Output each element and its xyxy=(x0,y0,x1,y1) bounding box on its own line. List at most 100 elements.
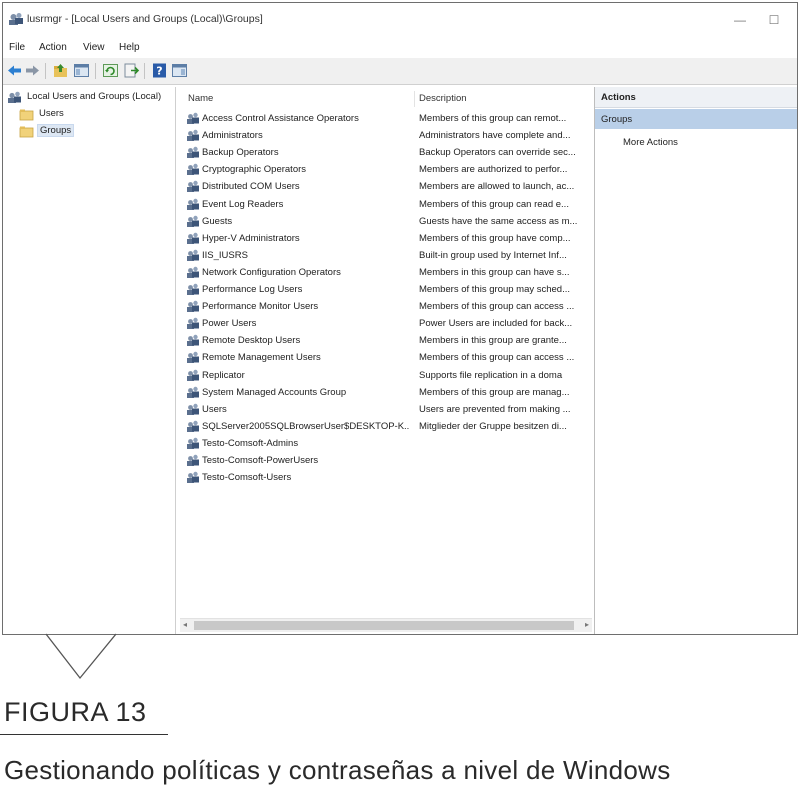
group-name: Backup Operators xyxy=(202,147,279,159)
group-name: Cryptographic Operators xyxy=(202,164,307,176)
users-group-icon xyxy=(8,91,21,103)
group-description: Mitglieder der Gruppe besitzen di... xyxy=(419,420,567,432)
group-icon xyxy=(187,352,199,364)
console-tree: Local Users and Groups (Local) Users Gro… xyxy=(3,87,176,634)
group-icon xyxy=(187,232,199,244)
scroll-right-arrow-icon[interactable]: ▸ xyxy=(585,620,589,629)
table-row[interactable]: System Managed Accounts Group Members of … xyxy=(180,385,592,402)
table-row[interactable]: Hyper-V Administrators Members of this gr… xyxy=(180,231,592,248)
group-icon xyxy=(187,454,199,466)
caption-divider xyxy=(0,734,168,735)
mmc-window: lusrmgr - [Local Users and Groups (Local… xyxy=(2,2,798,635)
table-row[interactable]: IIS_IUSRS Built-in group used by Internet… xyxy=(180,248,592,265)
group-icon xyxy=(187,164,199,176)
show-hide-action-pane-icon[interactable] xyxy=(171,62,188,79)
table-row[interactable]: Replicator Supports file replication in a… xyxy=(180,368,592,385)
group-icon xyxy=(187,403,199,415)
group-name: Testo-Comsoft-Users xyxy=(202,472,292,484)
toolbar-separator xyxy=(45,63,46,79)
group-icon xyxy=(187,198,199,210)
menu-view[interactable]: View xyxy=(83,42,105,53)
group-name: Network Configuration Operators xyxy=(202,266,341,278)
refresh-icon[interactable] xyxy=(102,62,119,79)
group-description: Members are authorized to perfor... xyxy=(419,164,568,176)
table-row[interactable]: Performance Monitor Users Members of this… xyxy=(180,299,592,316)
group-icon xyxy=(187,249,199,261)
group-icon xyxy=(187,300,199,313)
group-description: Administrators have complete and... xyxy=(419,130,571,142)
export-list-icon[interactable] xyxy=(123,62,140,79)
toolbar-separator xyxy=(95,63,96,79)
table-row[interactable]: Remote Management Users Members of this g… xyxy=(180,350,592,367)
table-row[interactable]: Testo-Comsoft-Admins xyxy=(180,436,592,453)
group-icon xyxy=(187,386,199,398)
group-name: Performance Monitor Users xyxy=(202,301,319,313)
actions-section-label: Groups xyxy=(601,114,633,125)
back-arrow-icon[interactable] xyxy=(6,62,23,79)
group-icon xyxy=(187,112,199,124)
table-row[interactable]: Backup Operators Backup Operators can ove… xyxy=(180,145,592,162)
group-name: Guests xyxy=(202,215,233,227)
table-row[interactable]: Cryptographic Operators Members are autho… xyxy=(180,162,592,179)
group-name: Remote Desktop Users xyxy=(202,335,301,347)
table-row[interactable]: Testo-Comsoft-PowerUsers xyxy=(180,453,592,470)
group-name: Administrators xyxy=(202,130,263,142)
table-row[interactable]: Performance Log Users Members of this gro… xyxy=(180,282,592,299)
table-row[interactable]: Access Control Assistance Operators Membe… xyxy=(180,111,592,128)
table-row[interactable]: Distributed COM Users Members are allowed… xyxy=(180,179,592,196)
table-row[interactable]: Power Users Power Users are included for … xyxy=(180,316,592,333)
group-description: Built-in group used by Internet Inf... xyxy=(419,249,567,261)
maximize-button[interactable]: ☐ xyxy=(761,10,787,30)
group-description: Members of this group can access ... xyxy=(419,301,575,313)
group-description: Guests have the same access as m... xyxy=(419,215,578,227)
help-icon[interactable]: ? xyxy=(151,62,168,79)
menu-bar: File Action View Help xyxy=(3,39,797,57)
window-title: lusrmgr - [Local Users and Groups (Local… xyxy=(27,13,263,25)
callout-pointer xyxy=(45,633,117,680)
group-name: Users xyxy=(202,403,227,415)
table-row[interactable]: SQLServer2005SQLBrowserUser$DESKTOP-K...… xyxy=(180,419,592,436)
horizontal-scrollbar[interactable]: ◂ ▸ xyxy=(180,618,592,632)
group-name: Remote Management Users xyxy=(202,352,321,364)
scrollbar-thumb[interactable] xyxy=(194,621,574,630)
group-name: Testo-Comsoft-Admins xyxy=(202,437,299,449)
table-row[interactable]: Network Configuration Operators Members i… xyxy=(180,265,592,282)
group-icon xyxy=(187,317,199,330)
group-name: IIS_IUSRS xyxy=(202,249,248,261)
group-name: Replicator xyxy=(202,369,245,381)
column-divider[interactable] xyxy=(414,91,415,107)
group-icon xyxy=(187,266,199,278)
table-row[interactable]: Testo-Comsoft-Users xyxy=(180,470,592,487)
group-name: Power Users xyxy=(202,318,257,330)
group-description: Users are prevented from making ... xyxy=(419,403,571,415)
scroll-left-arrow-icon[interactable]: ◂ xyxy=(183,620,187,629)
group-description: Backup Operators can override sec... xyxy=(419,147,576,159)
actions-section-groups[interactable]: Groups xyxy=(595,109,797,129)
group-description: Members of this group can read e... xyxy=(419,198,569,210)
menu-action[interactable]: Action xyxy=(39,42,67,53)
table-row[interactable]: Event Log Readers Members of this group c… xyxy=(180,197,592,214)
group-description: Members of this group can remot... xyxy=(419,113,567,124)
group-icon xyxy=(187,146,199,159)
minimize-button[interactable]: — xyxy=(727,10,753,30)
svg-text:?: ? xyxy=(156,65,162,78)
table-row[interactable]: Users Users are prevented from making ... xyxy=(180,402,592,419)
tree-root-label: Local Users and Groups (Local) xyxy=(27,91,162,102)
group-name: Performance Log Users xyxy=(202,284,303,295)
table-row[interactable]: Remote Desktop Users Members in this grou… xyxy=(180,333,592,350)
more-actions-link[interactable]: More Actions xyxy=(623,137,678,148)
table-row[interactable]: Guests Guests have the same access as m..… xyxy=(180,214,592,231)
table-row[interactable]: Administrators Administrators have comple… xyxy=(180,128,592,145)
actions-header: Actions xyxy=(595,87,797,108)
menu-help[interactable]: Help xyxy=(119,42,140,53)
title-bar[interactable]: lusrmgr - [Local Users and Groups (Local… xyxy=(3,3,797,37)
up-folder-icon[interactable] xyxy=(52,62,69,79)
group-name: Distributed COM Users xyxy=(202,181,300,193)
menu-file[interactable]: File xyxy=(9,42,25,53)
column-header-name[interactable]: Name xyxy=(188,93,213,104)
forward-arrow-icon[interactable] xyxy=(24,62,41,79)
group-name: Testo-Comsoft-PowerUsers xyxy=(202,455,319,466)
column-header-description[interactable]: Description xyxy=(419,93,467,104)
toolbar: ? xyxy=(3,58,797,85)
show-hide-console-tree-icon[interactable] xyxy=(73,62,90,79)
